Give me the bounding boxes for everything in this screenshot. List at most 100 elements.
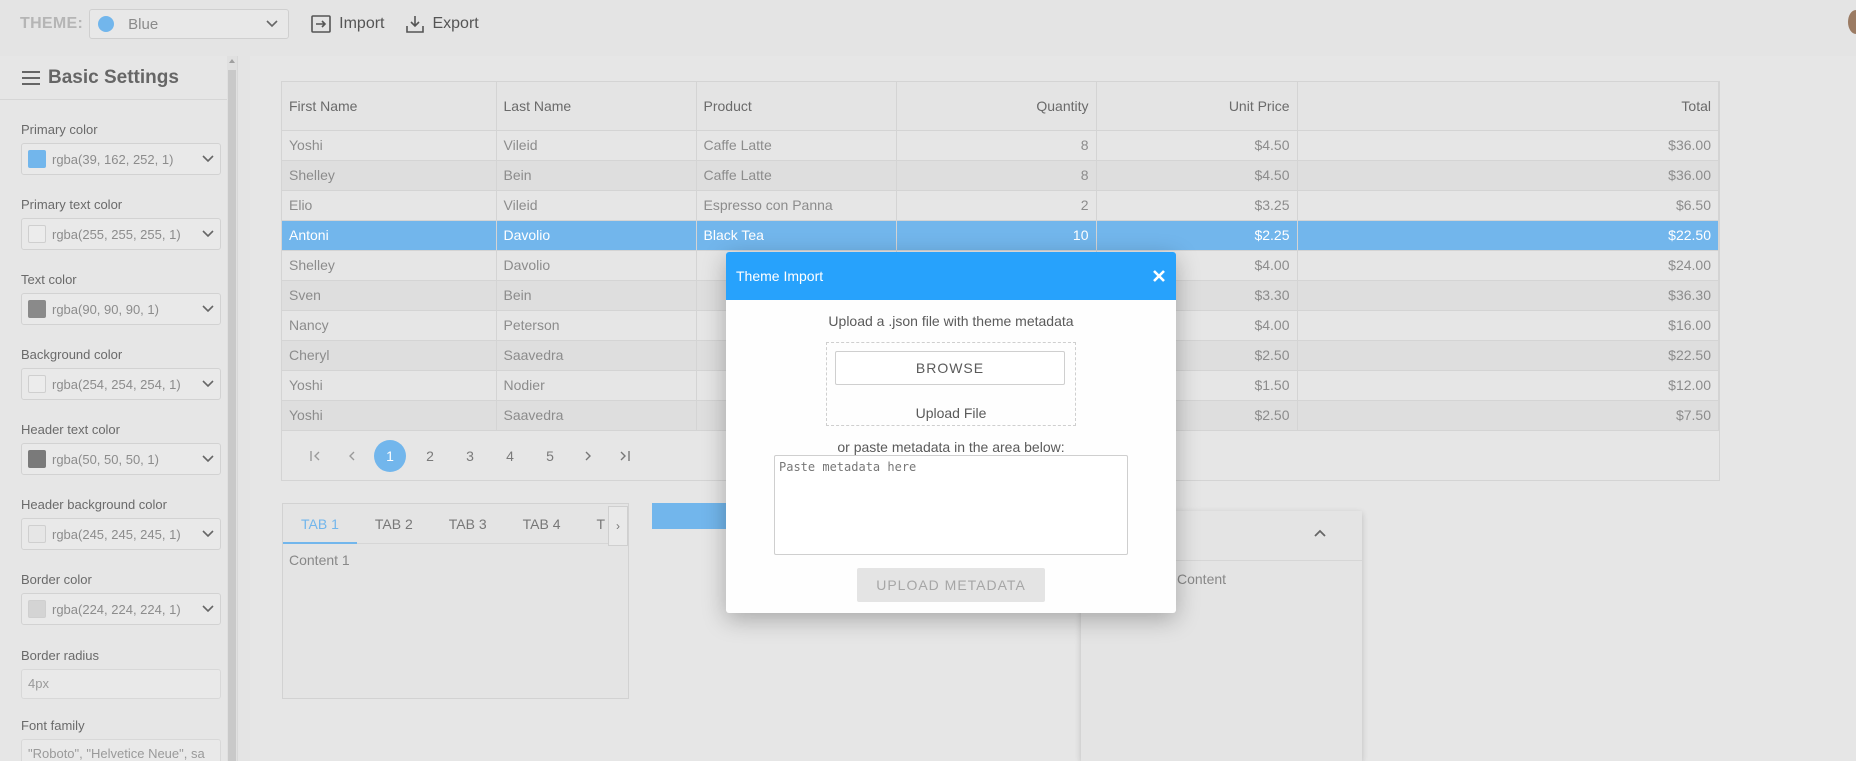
avatar[interactable] bbox=[1848, 10, 1856, 34]
theme-select-value: Blue bbox=[128, 15, 159, 33]
last-page-icon[interactable] bbox=[606, 448, 642, 464]
table-cell[interactable]: $22.50 bbox=[1297, 220, 1719, 251]
page-button[interactable]: 5 bbox=[530, 448, 570, 464]
table-cell[interactable]: Yoshi bbox=[282, 130, 497, 161]
color-picker[interactable]: rgba(50, 50, 50, 1) bbox=[21, 443, 221, 475]
chevron-right-icon[interactable]: › bbox=[608, 506, 628, 546]
file-drop-zone[interactable]: BROWSE Upload File bbox=[826, 342, 1076, 426]
menu-icon[interactable] bbox=[22, 70, 40, 85]
chevron-down-icon bbox=[202, 230, 214, 238]
table-cell[interactable]: Cheryl bbox=[282, 340, 497, 371]
table-cell[interactable]: Caffe Latte bbox=[696, 130, 897, 161]
table-row[interactable]: Yoshi Vileid Caffe Latte 8 $4.50 $36.00 bbox=[282, 130, 1719, 161]
page-button-active[interactable]: 1 bbox=[374, 440, 406, 472]
table-cell[interactable]: $12.00 bbox=[1297, 370, 1719, 401]
page-button[interactable]: 4 bbox=[490, 448, 530, 464]
upload-file-label: Upload File bbox=[915, 405, 987, 421]
column-header[interactable]: Total bbox=[1297, 82, 1719, 131]
table-cell[interactable]: Davolio bbox=[496, 250, 697, 281]
table-cell[interactable]: $36.00 bbox=[1297, 130, 1719, 161]
border-color-field: Border color rgba(224, 224, 224, 1) bbox=[21, 572, 221, 625]
table-cell[interactable]: $4.50 bbox=[1096, 130, 1298, 161]
table-cell[interactable]: Vileid bbox=[496, 190, 697, 221]
table-cell[interactable]: Saavedra bbox=[496, 340, 697, 371]
color-picker[interactable]: rgba(39, 162, 252, 1) bbox=[21, 143, 221, 175]
export-button[interactable]: Export bbox=[406, 15, 479, 33]
table-cell[interactable]: Davolio bbox=[496, 220, 697, 251]
table-cell[interactable]: $16.00 bbox=[1297, 310, 1719, 341]
metadata-textarea[interactable] bbox=[774, 455, 1128, 555]
table-cell[interactable]: 2 bbox=[896, 190, 1097, 221]
column-header[interactable]: Last Name bbox=[496, 82, 697, 131]
table-cell[interactable]: Espresso con Panna bbox=[696, 190, 897, 221]
dialog-header: Theme Import bbox=[726, 252, 1176, 300]
table-cell[interactable]: Peterson bbox=[496, 310, 697, 341]
table-row[interactable]: Elio Vileid Espresso con Panna 2 $3.25 $6.50 bbox=[282, 190, 1719, 221]
border-radius-input[interactable]: 4px bbox=[21, 669, 221, 699]
table-cell[interactable]: $24.00 bbox=[1297, 250, 1719, 281]
table-cell[interactable]: Bein bbox=[496, 280, 697, 311]
table-cell[interactable]: 10 bbox=[896, 220, 1097, 251]
tab-3[interactable]: TAB 3 bbox=[431, 504, 505, 544]
color-picker[interactable]: rgba(245, 245, 245, 1) bbox=[21, 518, 221, 550]
table-row[interactable]: Shelley Bein Caffe Latte 8 $4.50 $36.00 bbox=[282, 160, 1719, 191]
table-cell[interactable]: Nancy bbox=[282, 310, 497, 341]
column-header[interactable]: Product bbox=[696, 82, 897, 131]
first-page-icon[interactable] bbox=[298, 448, 334, 464]
table-row-selected[interactable]: Antoni Davolio Black Tea 10 $2.25 $22.50 bbox=[282, 220, 1719, 251]
page-button[interactable]: 2 bbox=[410, 448, 450, 464]
table-cell[interactable]: Shelley bbox=[282, 250, 497, 281]
table-cell[interactable]: Shelley bbox=[282, 160, 497, 191]
table-cell[interactable]: $22.50 bbox=[1297, 340, 1719, 371]
table-cell[interactable]: Yoshi bbox=[282, 370, 497, 401]
table-cell[interactable]: Caffe Latte bbox=[696, 160, 897, 191]
table-cell[interactable]: Black Tea bbox=[696, 220, 897, 251]
color-picker[interactable]: rgba(224, 224, 224, 1) bbox=[21, 593, 221, 625]
browse-button[interactable]: BROWSE bbox=[835, 351, 1065, 385]
table-cell[interactable]: $7.50 bbox=[1297, 400, 1719, 431]
table-cell[interactable]: 8 bbox=[896, 160, 1097, 191]
table-cell[interactable]: Antoni bbox=[282, 220, 497, 251]
color-value: rgba(224, 224, 224, 1) bbox=[52, 601, 181, 617]
table-cell[interactable]: $2.25 bbox=[1096, 220, 1298, 251]
chevron-down-icon bbox=[202, 305, 214, 313]
column-header[interactable]: Quantity bbox=[896, 82, 1097, 131]
font-family-input[interactable]: "Roboto", "Helvetice Neue", sa bbox=[21, 739, 221, 761]
table-cell[interactable]: $6.50 bbox=[1297, 190, 1719, 221]
table-cell[interactable]: $36.00 bbox=[1297, 160, 1719, 191]
sidebar-scrollbar[interactable] bbox=[227, 56, 237, 761]
tab-1[interactable]: TAB 1 bbox=[283, 504, 357, 544]
import-button[interactable]: Import bbox=[311, 15, 384, 33]
column-header[interactable]: Unit Price bbox=[1096, 82, 1298, 131]
color-picker[interactable]: rgba(254, 254, 254, 1) bbox=[21, 368, 221, 400]
close-icon[interactable] bbox=[1152, 269, 1166, 283]
scrollbar-thumb[interactable] bbox=[228, 70, 236, 761]
chevron-up-icon[interactable] bbox=[1314, 529, 1326, 537]
chevron-down-icon bbox=[202, 380, 214, 388]
tab-4[interactable]: TAB 4 bbox=[505, 504, 579, 544]
table-cell[interactable]: Vileid bbox=[496, 130, 697, 161]
table-cell[interactable]: Nodier bbox=[496, 370, 697, 401]
text-color-field: Text color rgba(90, 90, 90, 1) bbox=[21, 272, 221, 325]
field-label: Text color bbox=[21, 272, 77, 287]
scroll-up-icon[interactable] bbox=[229, 59, 235, 63]
table-cell[interactable]: Saavedra bbox=[496, 400, 697, 431]
page-button[interactable]: 3 bbox=[450, 448, 490, 464]
upload-metadata-button[interactable]: UPLOAD METADATA bbox=[857, 568, 1045, 602]
theme-select[interactable]: Blue bbox=[89, 9, 290, 39]
table-cell[interactable]: $4.50 bbox=[1096, 160, 1298, 191]
column-header[interactable]: First Name bbox=[282, 82, 497, 131]
table-cell[interactable]: $3.25 bbox=[1096, 190, 1298, 221]
tab-2[interactable]: TAB 2 bbox=[357, 504, 431, 544]
prev-page-icon[interactable] bbox=[334, 448, 370, 464]
next-page-icon[interactable] bbox=[570, 448, 606, 464]
table-cell[interactable]: Bein bbox=[496, 160, 697, 191]
table-cell[interactable]: $36.30 bbox=[1297, 280, 1719, 311]
table-cell[interactable]: 8 bbox=[896, 130, 1097, 161]
table-cell[interactable]: Elio bbox=[282, 190, 497, 221]
table-cell[interactable]: Sven bbox=[282, 280, 497, 311]
color-picker[interactable]: rgba(90, 90, 90, 1) bbox=[21, 293, 221, 325]
table-cell[interactable]: Yoshi bbox=[282, 400, 497, 431]
color-picker[interactable]: rgba(255, 255, 255, 1) bbox=[21, 218, 221, 250]
color-swatch bbox=[28, 525, 46, 543]
